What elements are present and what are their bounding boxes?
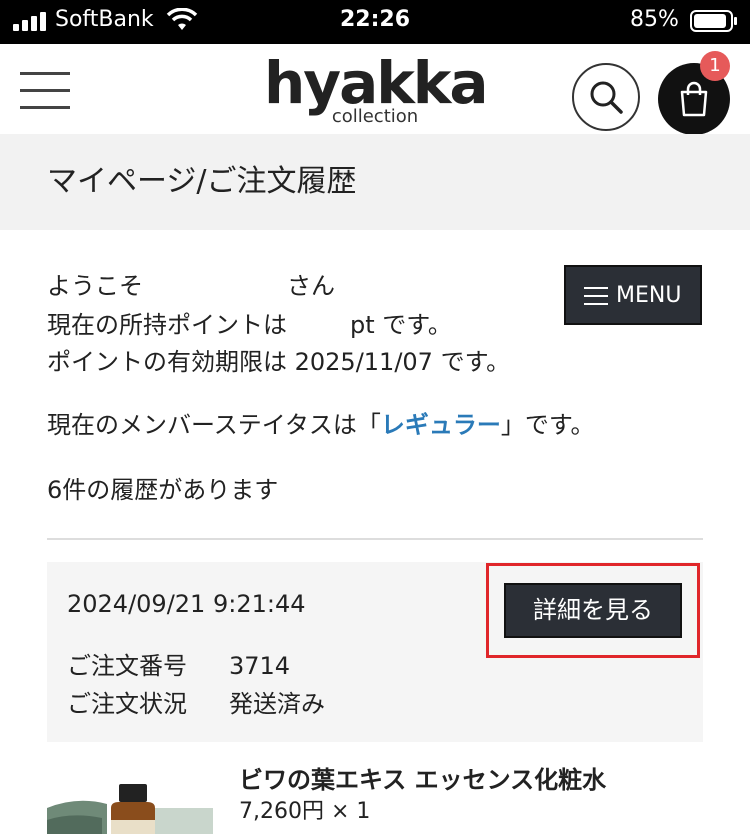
- points-expiry-line: ポイントの有効期限は 2025/11/07 です。: [47, 348, 511, 376]
- member-status-link[interactable]: レギュラー: [381, 411, 501, 439]
- search-icon: [590, 81, 623, 114]
- order-status-label: ご注文状況: [67, 690, 187, 718]
- product-image[interactable]: [47, 768, 213, 834]
- battery-percentage: 85%: [630, 7, 679, 32]
- menu-icon: [584, 287, 608, 305]
- highlight-box: [486, 563, 700, 658]
- history-count: 6件の履歴があります: [47, 476, 279, 504]
- product-name[interactable]: ビワの葉エキス エッセンス化粧水: [239, 764, 606, 796]
- menu-button[interactable]: MENU: [564, 265, 702, 325]
- greeting-prefix: ようこそ: [47, 272, 143, 300]
- order-status-row: ご注文状況 発送済み: [67, 688, 325, 720]
- greeting-line: ようこそ さん: [47, 270, 335, 302]
- order-number-row: ご注文番号 3714: [67, 650, 290, 682]
- product-bottle-image: [47, 768, 213, 834]
- cart-count-badge: 1: [700, 51, 730, 81]
- site-header: hyakka collection: [0, 44, 750, 135]
- points-prefix: 現在の所持ポイントは: [47, 311, 287, 339]
- menu-button-label: MENU: [616, 283, 682, 308]
- points-line: 現在の所持ポイントは pt です。: [47, 309, 452, 341]
- divider: [47, 538, 703, 540]
- battery-icon: [690, 10, 737, 32]
- status-bar: SoftBank 22:26 85%: [0, 0, 750, 44]
- order-date: 2024/09/21 9:21:44: [67, 590, 306, 618]
- points-suffix: pt です。: [350, 311, 452, 339]
- search-button[interactable]: [572, 63, 640, 131]
- order-number-label: ご注文番号: [67, 652, 187, 680]
- order-number-value: 3714: [229, 652, 291, 680]
- member-status-suffix: 」です。: [500, 411, 595, 439]
- member-status-line: 現在のメンバーステイタスは「レギュラー」です。: [47, 409, 594, 441]
- member-status-prefix: 現在のメンバーステイタスは「: [47, 411, 381, 439]
- greeting-suffix: さん: [287, 272, 335, 300]
- site-logo-subtitle: collection: [331, 106, 419, 127]
- shopping-bag-icon: [680, 81, 708, 117]
- page-title: マイページ/ご注文履歴: [47, 164, 357, 199]
- order-status-value: 発送済み: [229, 690, 325, 718]
- product-price: 7,260円 × 1: [239, 799, 371, 824]
- hamburger-menu-icon[interactable]: [20, 72, 70, 110]
- page-title-band: マイページ/ご注文履歴: [0, 134, 750, 230]
